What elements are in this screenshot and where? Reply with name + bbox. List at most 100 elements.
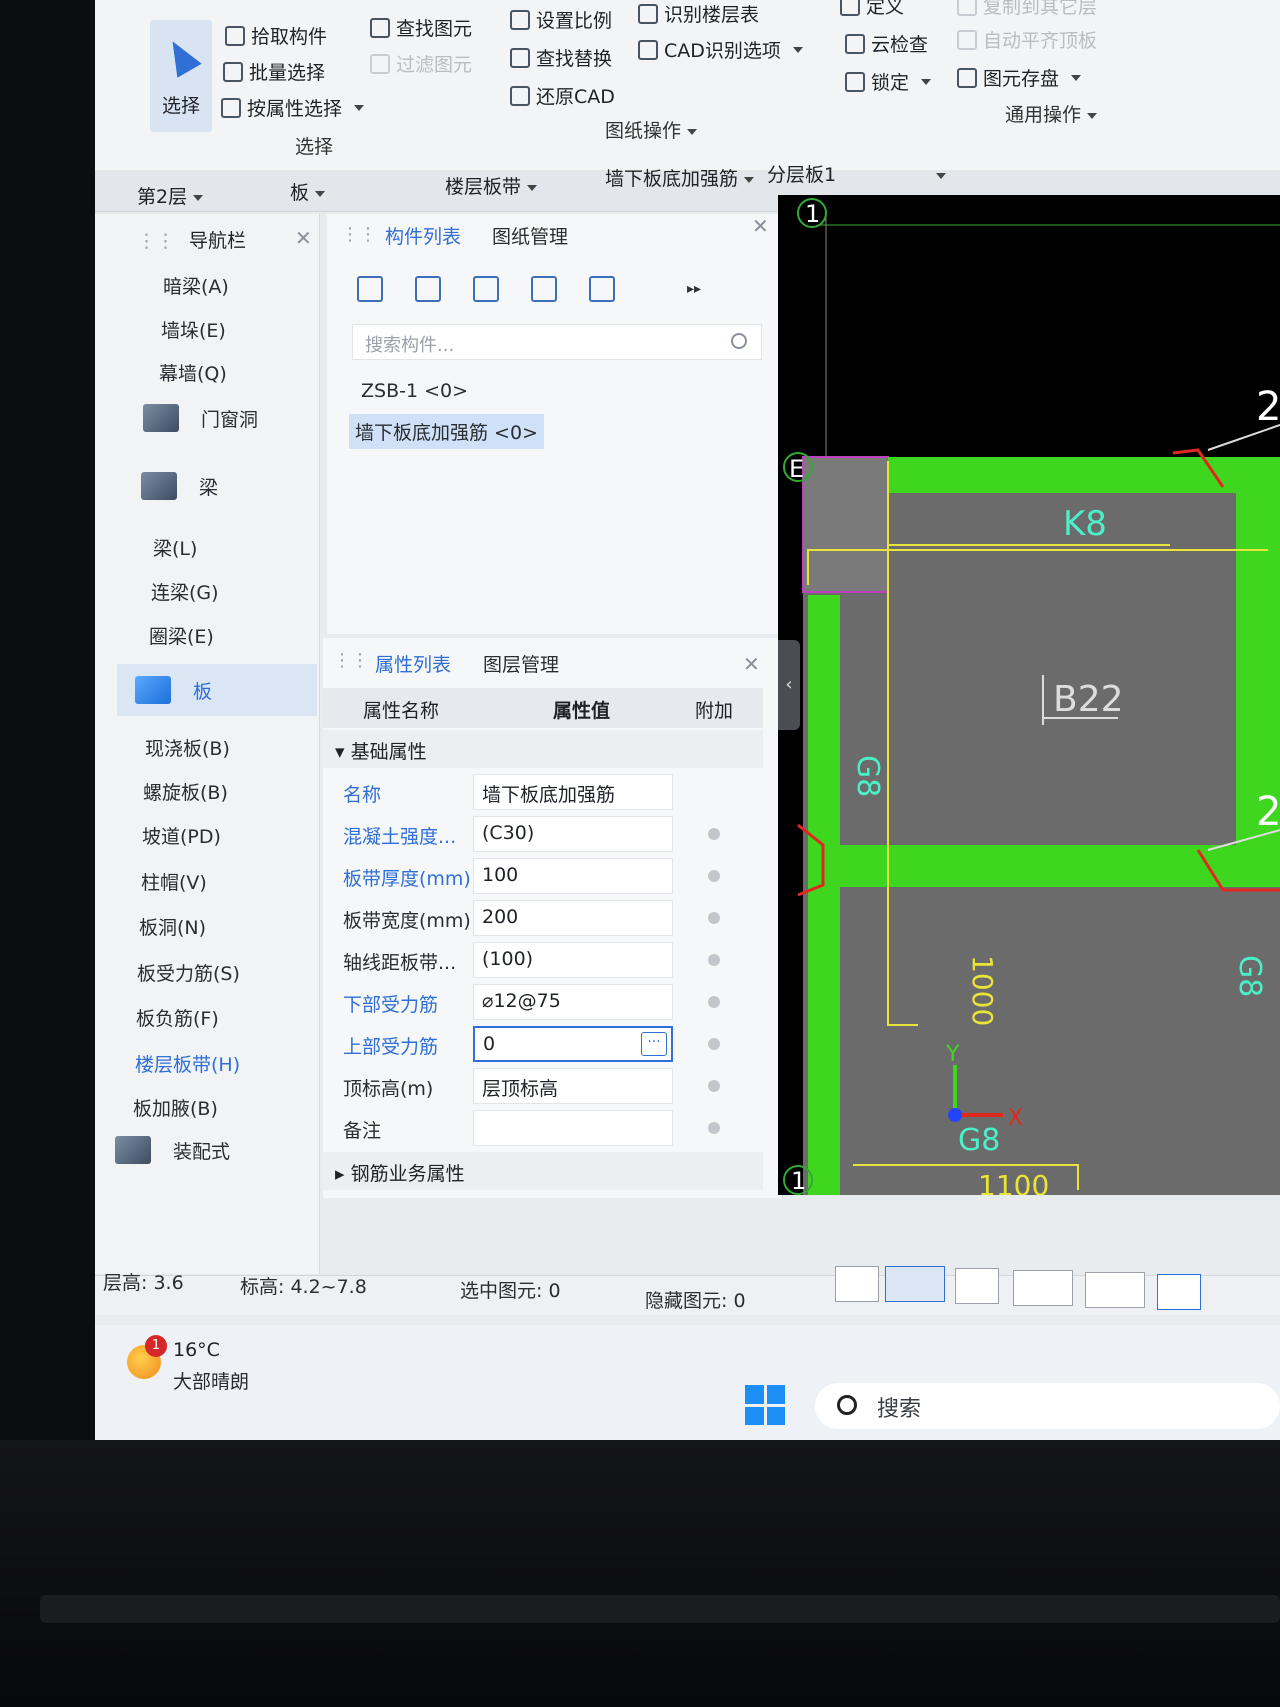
nav-item-beam[interactable]: 梁(L) [153,534,197,561]
cloud-check-button[interactable]: 云检查 [845,30,928,57]
category-select[interactable]: 板 [290,178,326,205]
nav-item-negative-rebar[interactable]: 板负筋(F) [136,1004,219,1031]
section-rebar-attrs[interactable]: ▸ 钢筋业务属性 [323,1152,763,1190]
weather-description[interactable]: 大部晴朗 [173,1367,249,1394]
layer-copy-icon[interactable] [531,276,557,302]
new-component-icon[interactable] [357,276,383,302]
nav-item-ring-beam[interactable]: 圈梁(E) [149,622,214,649]
set-scale-button[interactable]: 设置比例 [510,6,612,33]
nav-item-coupling-beam[interactable]: 连梁(G) [151,578,219,605]
prop-value-top-rebar[interactable]: 0 ··· [473,1026,673,1062]
filter-element-button[interactable]: 过滤图元 [370,50,472,77]
select-by-attr-button[interactable]: 按属性选择 [221,94,365,121]
layer-select[interactable]: 分层板1 [767,160,947,187]
restore-cad-button[interactable]: 还原CAD [510,82,615,109]
more-tools-icon[interactable]: ▸▸ [687,281,701,297]
list-item-selected[interactable]: 墙下板底加强筋 <0> [349,414,544,449]
nav-item-column-cap[interactable]: 柱帽(V) [141,868,207,895]
prop-value-name[interactable]: 墙下板底加强筋 [473,774,673,810]
extra-tool-button[interactable] [1157,1274,1201,1310]
attach-checkbox[interactable] [708,1038,720,1050]
ortho-toggle-button[interactable] [835,1266,879,1302]
cross-select-button[interactable] [955,1268,999,1304]
close-props-icon[interactable]: ✕ [743,652,760,676]
find-element-button[interactable]: 查找图元 [370,14,472,41]
component-select[interactable]: 墙下板底加强筋 [605,164,755,191]
nav-cat-slab[interactable]: 板 [117,664,317,716]
prop-value-axis-distance[interactable]: (100) [473,942,673,978]
more-options-button[interactable]: ··· [641,1032,667,1056]
prefab-icon [115,1136,151,1164]
common-ops-group[interactable]: 通用操作 [1005,100,1098,127]
element-save-button[interactable]: 图元存盘 [957,64,1082,91]
nav-item-spiral-slab[interactable]: 螺旋板(B) [143,778,228,805]
find-icon [370,17,390,38]
attach-checkbox[interactable] [708,870,720,882]
nav-item-curtain-wall[interactable]: 幕墙(Q) [159,359,227,386]
attach-checkbox[interactable] [708,954,720,966]
prop-value-width[interactable]: 200 [473,900,673,936]
prop-value-thickness[interactable]: 100 [473,858,673,894]
cad-identify-options-button[interactable]: CAD识别选项 [638,36,803,63]
select-box-button[interactable] [885,1266,945,1302]
attach-checkbox[interactable] [708,1122,720,1134]
nav-cat-door-window[interactable]: 门窗洞 [143,404,258,432]
nav-item-wall-pier[interactable]: 墙垛(E) [161,316,226,343]
tab-layer-management[interactable]: 图层管理 [483,650,559,677]
component-list-panel: ⋮⋮ 构件列表 图纸管理 ✕ ▸▸ 搜索构件... ZSB-1 <0> 墙下板底… [327,214,782,634]
attach-checkbox[interactable] [708,828,720,840]
label-g8-right: G8 [1232,955,1267,997]
nav-item-floor-strip[interactable]: 楼层板带(H) [135,1050,240,1077]
copy-to-floor-button[interactable]: 复制到其它层 [957,0,1097,19]
drawing-ops-group[interactable]: 图纸操作 [605,116,698,143]
offset-button[interactable] [1085,1272,1145,1308]
restore-icon [510,85,530,106]
copy-component-icon[interactable] [415,276,441,302]
nav-item-slab-haunch[interactable]: 板加腋(B) [133,1094,218,1121]
attach-checkbox[interactable] [708,1080,720,1092]
cad-canvas[interactable]: 1 E 1 K8 B22 G8 G8 G8 1000 1100 2 2 Y X [778,195,1280,1195]
delete-component-icon[interactable] [473,276,499,302]
collapse-panel-handle[interactable]: ‹ [778,640,800,730]
define-button[interactable]: 定义 [840,0,904,19]
select-button[interactable]: 选择 [150,20,212,132]
identify-floor-table-button[interactable]: 识别楼层表 [638,0,759,27]
pick-icon [225,25,245,46]
tab-attribute-list[interactable]: 属性列表 [375,650,451,677]
taskbar-search[interactable]: 搜索 [815,1383,1280,1429]
close-complist-icon[interactable]: ✕ [752,214,769,238]
tab-drawing-management[interactable]: 图纸管理 [492,222,568,249]
find-replace-button[interactable]: 查找替换 [510,44,612,71]
auto-align-top-button[interactable]: 自动平齐顶板 [957,26,1097,53]
weather-temperature[interactable]: 16°C [173,1339,220,1361]
batch-select-button[interactable]: 批量选择 [223,58,325,85]
save-template-icon[interactable] [589,276,615,302]
lock-button[interactable]: 锁定 [845,68,932,95]
nav-item-hidden-beam[interactable]: 暗梁(A) [163,272,229,299]
attach-checkbox[interactable] [708,912,720,924]
prop-value-bottom-rebar[interactable]: ⌀12@75 [473,984,673,1020]
num-2-mid: 2 [1256,789,1280,835]
axis-label-e: E [789,455,804,483]
nav-item-slab-hole[interactable]: 板洞(N) [139,913,206,940]
nav-item-slab-rebar[interactable]: 板受力筋(S) [137,959,240,986]
pick-component-button[interactable]: 拾取构件 [225,22,327,49]
nav-item-cast-slab[interactable]: 现浇板(B) [145,734,230,761]
prop-value-top-elevation[interactable]: 层顶标高 [473,1068,673,1104]
prop-value-remark[interactable] [473,1110,673,1146]
section-basic-attrs[interactable]: ▾ 基础属性 [323,730,763,768]
nav-item-ramp[interactable]: 坡道(PD) [142,822,221,849]
list-item[interactable]: ZSB-1 <0> [355,376,474,406]
prop-value-concrete[interactable]: (C30) [473,816,673,852]
attach-checkbox[interactable] [708,996,720,1008]
nav-cat-beam[interactable]: 梁 [141,472,218,500]
close-nav-icon[interactable]: ✕ [295,226,312,250]
floor-select[interactable]: 第2层 [137,182,204,209]
screen: 选择 拾取构件 批量选择 按属性选择 选择 查找图元 过滤图元 设置比例 查找替… [95,0,1280,1440]
nav-cat-prefab[interactable]: 装配式 [115,1136,230,1164]
component-search-input[interactable]: 搜索构件... [352,324,762,360]
windows-start-icon[interactable] [745,1385,785,1425]
angle-snap-button[interactable] [1013,1270,1073,1306]
tab-component-list[interactable]: 构件列表 [385,222,461,249]
subcategory-select[interactable]: 楼层板带 [445,172,538,199]
